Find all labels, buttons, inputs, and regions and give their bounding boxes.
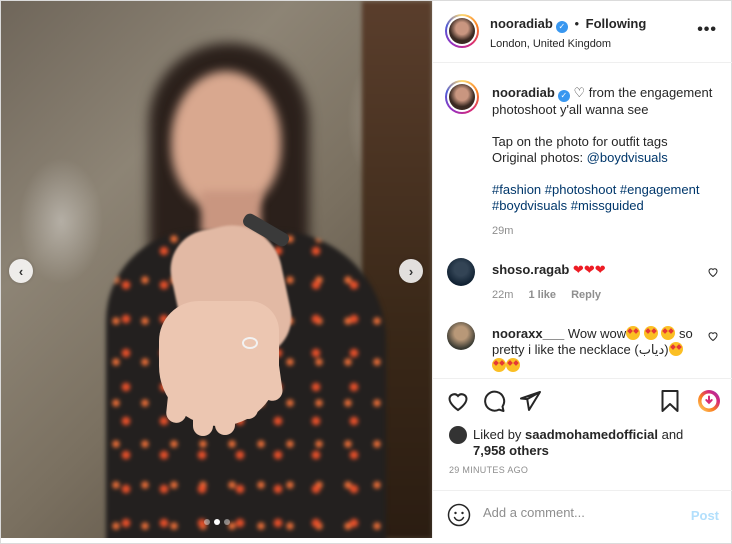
comment-text: Wow wow: [567, 326, 627, 341]
carousel-dot: [213, 519, 220, 525]
photo-face: [171, 71, 281, 211]
carousel-dots: [1, 519, 432, 525]
avatar[interactable]: [445, 14, 479, 48]
comment-input[interactable]: [483, 505, 683, 520]
liked-by-user[interactable]: saadmohamedofficial: [525, 427, 658, 442]
post-timestamp[interactable]: 29 MINUTES AGO: [449, 465, 528, 475]
post-header: nooradiab ✓ • Following London, United Ki…: [433, 1, 732, 63]
add-comment-bar: Post: [433, 490, 732, 538]
chevron-right-icon: ›: [408, 263, 414, 279]
comment-likes[interactable]: 1 like: [528, 289, 556, 301]
avatar[interactable]: [449, 426, 467, 444]
instagram-post: ‹ › nooradiab ✓ • Following London, Unite…: [0, 0, 732, 544]
like-comment-heart-icon[interactable]: [707, 330, 719, 342]
avatar[interactable]: [447, 322, 475, 350]
photo-finger: [193, 356, 213, 436]
carousel-prev-button[interactable]: ‹: [9, 259, 33, 283]
post-location[interactable]: London, United Kingdom: [490, 38, 646, 50]
comment-username[interactable]: nooraxx___: [492, 326, 564, 341]
bookmark-icon[interactable]: [658, 389, 682, 413]
likes-count[interactable]: 7,958 others: [473, 443, 549, 458]
liked-by-prefix: Liked by: [473, 427, 526, 442]
heart-eyes-emoji: [492, 358, 506, 372]
photo-finger: [215, 357, 235, 435]
chevron-left-icon: ‹: [18, 263, 24, 279]
photo-finger: [238, 349, 258, 419]
verified-icon: ✓: [557, 90, 570, 102]
heart-eyes-emoji: [643, 326, 658, 340]
post-caption: nooradiab ✓ ♡ from the engagement photosh…: [492, 85, 717, 230]
header-bullet: •: [574, 16, 580, 31]
post-sidebar: nooradiab ✓ • Following London, United Ki…: [432, 1, 732, 538]
post-photo[interactable]: ‹ ›: [1, 1, 432, 538]
reply-button[interactable]: Reply: [571, 289, 601, 301]
avatar-image: [449, 18, 475, 44]
mention-link[interactable]: @boydvisuals: [587, 150, 668, 165]
avatar-image: [449, 84, 475, 110]
heart-eyes-emoji: [668, 342, 683, 356]
carousel-dot: [203, 519, 210, 525]
comment-body: shoso.ragab ❤❤❤: [492, 262, 702, 278]
like-comment-heart-icon[interactable]: [707, 266, 719, 278]
comment-username[interactable]: shoso.ragab: [492, 262, 569, 277]
caption-outfit-tags: Tap on the photo for outfit tags: [492, 134, 668, 149]
comment-icon[interactable]: [482, 389, 506, 413]
hashtags-line[interactable]: #boydvisuals #missguided: [492, 198, 644, 213]
avatar[interactable]: [447, 258, 475, 286]
liked-by-and: and: [657, 427, 684, 442]
heart-eyes-emoji: [626, 326, 641, 340]
comment-meta: 22m 1 like Reply: [492, 289, 613, 301]
heart-eyes-emoji: [506, 358, 520, 372]
caption-original-label: Original photos:: [492, 150, 587, 165]
comment-time[interactable]: 22m: [492, 289, 513, 301]
carousel-next-button[interactable]: ›: [399, 259, 423, 283]
header-username[interactable]: nooradiab: [490, 16, 553, 31]
comments-section: nooradiab ✓ ♡ from the engagement photosh…: [433, 64, 732, 378]
heart-icon[interactable]: [446, 389, 470, 413]
carousel-dot: [223, 519, 230, 525]
comment-body: nooraxx___ Wow wow so pretty i like the …: [492, 326, 702, 374]
caption-avatar[interactable]: [445, 80, 479, 114]
comment-text: ❤❤❤: [572, 262, 606, 277]
save-circle-icon[interactable]: [697, 389, 721, 413]
post-comment-button[interactable]: Post: [691, 508, 719, 523]
following-button[interactable]: Following: [586, 16, 647, 31]
heart-eyes-emoji: [661, 326, 676, 340]
verified-icon: ✓: [555, 21, 568, 33]
post-actions: [433, 378, 732, 422]
header-text: nooradiab ✓ • Following London, United Ki…: [490, 16, 646, 50]
more-options-icon[interactable]: •••: [697, 21, 717, 39]
caption-username[interactable]: nooradiab: [492, 85, 555, 100]
caption-time[interactable]: 29m: [492, 225, 513, 237]
comment-item: shoso.ragab ❤❤❤ 22m 1 like Reply: [445, 258, 725, 308]
emoji-icon[interactable]: [447, 503, 471, 527]
hashtags-line[interactable]: #fashion #photoshoot #engagement: [492, 182, 699, 197]
comment-item: nooraxx___ Wow wow so pretty i like the …: [445, 322, 725, 378]
share-icon[interactable]: [518, 389, 542, 413]
photo-ring: [242, 337, 258, 349]
